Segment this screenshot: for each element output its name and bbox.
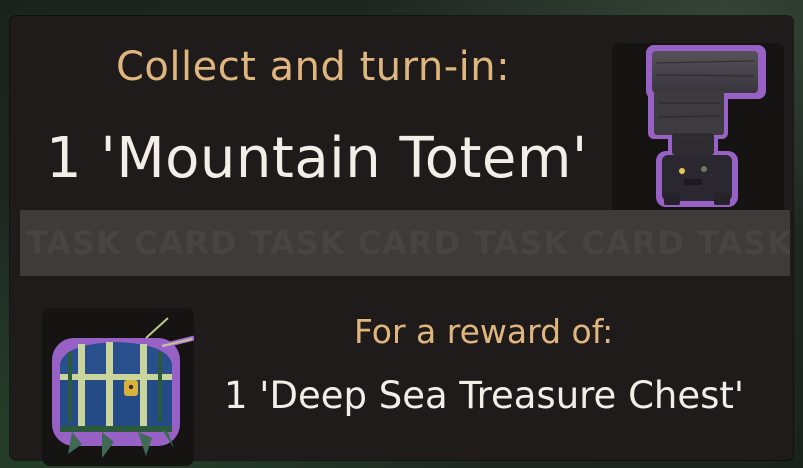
- divider-watermark: TASK CARD TASK CARD TASK CARD TASK CARD: [26, 224, 790, 262]
- reward-item-name: 1 'Deep Sea Treasure Chest': [224, 374, 745, 417]
- divider-bar: TASK CARD TASK CARD TASK CARD TASK CARD: [20, 210, 790, 276]
- treasure-chest-icon: [52, 317, 194, 458]
- mountain-totem-icon: [646, 45, 766, 207]
- task-item-frame: [612, 43, 784, 221]
- reward-item-frame: [42, 308, 194, 466]
- task-item-name: 1 'Mountain Totem': [46, 126, 588, 191]
- task-title: Collect and turn-in:: [116, 44, 511, 90]
- reward-title: For a reward of:: [354, 312, 614, 351]
- task-card: Collect and turn-in: 1 'Mountain Totem': [10, 16, 793, 466]
